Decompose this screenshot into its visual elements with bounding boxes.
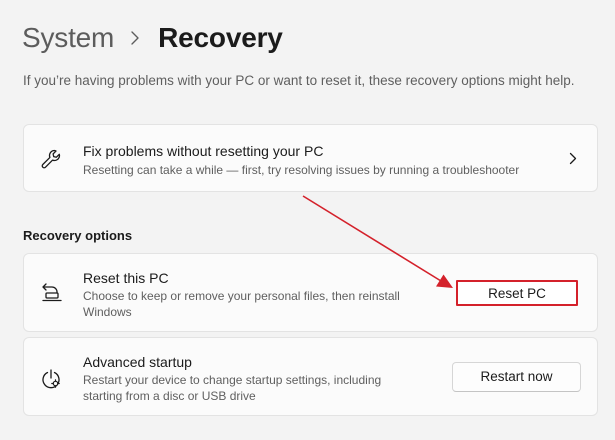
fix-problems-description: Resetting can take a while — first, try … — [83, 163, 520, 177]
advanced-startup-icon — [42, 369, 60, 389]
breadcrumb-system-link[interactable]: System — [22, 22, 114, 54]
advanced-startup-title: Advanced startup — [83, 354, 192, 370]
page-title: Recovery — [158, 22, 283, 53]
fix-problems-title: Fix problems without resetting your PC — [83, 143, 324, 159]
reset-this-pc-description: Choose to keep or remove your personal f… — [83, 289, 400, 319]
recovery-options-heading: Recovery options — [23, 228, 133, 243]
advanced-startup-description: Restart your device to change startup se… — [83, 373, 382, 403]
wrench-icon — [41, 149, 61, 169]
chevron-right-icon — [569, 152, 577, 165]
restart-now-button[interactable]: Restart now — [452, 362, 581, 392]
reset-this-pc-title: Reset this PC — [83, 270, 169, 286]
breadcrumb: System Recovery — [22, 18, 283, 58]
chevron-right-icon — [131, 31, 139, 45]
intro-text: If you’re having problems with your PC o… — [23, 73, 575, 88]
fix-problems-card[interactable]: Fix problems without resetting your PC R… — [23, 124, 598, 192]
reset-pc-icon — [42, 283, 62, 302]
reset-pc-button[interactable]: Reset PC — [456, 280, 578, 306]
